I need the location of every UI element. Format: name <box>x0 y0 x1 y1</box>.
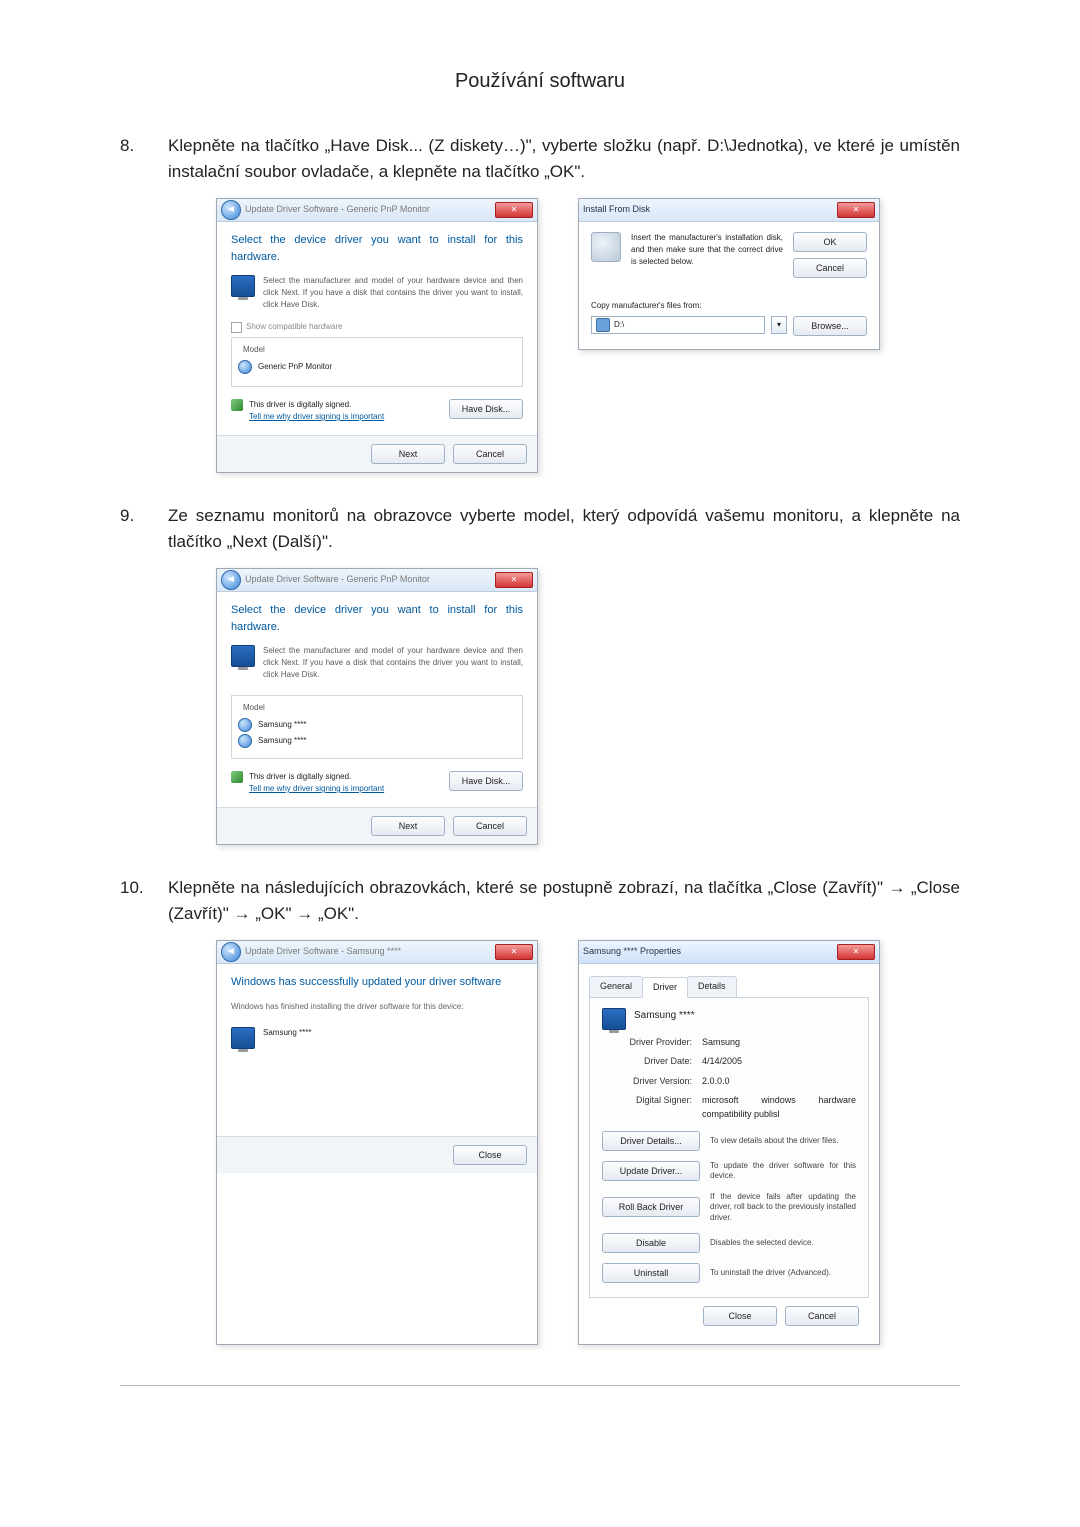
disk-icon <box>591 232 621 262</box>
disable-button[interactable]: Disable <box>602 1233 700 1253</box>
screenshot-driver-properties: Samsung **** Properties ✕ General Driver… <box>578 940 880 1345</box>
back-icon[interactable]: ◄ <box>221 942 241 962</box>
close-icon[interactable]: ✕ <box>837 944 875 960</box>
next-button[interactable]: Next <box>371 444 445 464</box>
screenshot-select-model: ◄ Update Driver Software - Generic PnP M… <box>216 568 538 845</box>
monitor-icon <box>231 275 255 297</box>
tab-details[interactable]: Details <box>687 976 737 997</box>
screenshot-update-driver-havedisk: ◄ Update Driver Software - Generic PnP M… <box>216 198 538 473</box>
shield-icon <box>231 771 243 783</box>
btn-desc: To uninstall the driver (Advanced). <box>710 1268 856 1278</box>
driver-details-button[interactable]: Driver Details... <box>602 1131 700 1151</box>
kv-value: 4/14/2005 <box>702 1055 856 1069</box>
monitor-icon <box>231 645 255 667</box>
update-driver-button[interactable]: Update Driver... <box>602 1161 700 1181</box>
btn-desc: To view details about the driver files. <box>710 1136 856 1146</box>
step-9-text: Ze seznamu monitorů na obrazovce vyberte… <box>168 506 960 551</box>
cancel-button[interactable]: Cancel <box>453 816 527 836</box>
browse-button[interactable]: Browse... <box>793 316 867 336</box>
drive-icon <box>596 318 610 332</box>
dialog-heading: Select the device driver you want to ins… <box>231 602 523 635</box>
close-button[interactable]: Close <box>703 1306 777 1326</box>
cancel-button[interactable]: Cancel <box>453 444 527 464</box>
dialog-hint: Select the manufacturer and model of you… <box>263 275 523 311</box>
ifd-text: Insert the manufacturer's installation d… <box>631 232 783 278</box>
tab-driver[interactable]: Driver <box>642 977 688 998</box>
step-10: Klepněte na následujících obrazovkách, k… <box>120 875 960 1345</box>
success-hint: Windows has finished installing the driv… <box>231 1001 523 1013</box>
dialog-hint: Select the manufacturer and model of you… <box>263 645 523 681</box>
screenshot-update-success: ◄ Update Driver Software - Samsung **** … <box>216 940 538 1345</box>
back-icon[interactable]: ◄ <box>221 200 241 220</box>
have-disk-button[interactable]: Have Disk... <box>449 771 523 791</box>
step-10-text: Klepněte na následujících obrazovkách, k… <box>168 878 960 923</box>
show-compatible-label: Show compatible hardware <box>246 321 343 333</box>
next-button[interactable]: Next <box>371 816 445 836</box>
screenshot-install-from-disk: Install From Disk ✕ Insert the manufactu… <box>578 198 880 350</box>
path-value: D:\ <box>614 319 624 331</box>
btn-desc: If the device fails after updating the d… <box>710 1192 856 1223</box>
signing-info-link[interactable]: Tell me why driver signing is important <box>249 784 384 793</box>
checkbox[interactable] <box>231 322 242 333</box>
page-title: Používání softwaru <box>120 70 960 93</box>
ok-button[interactable]: OK <box>793 232 867 252</box>
step-8: Klepněte na tlačítko „Have Disk... (Z di… <box>120 133 960 473</box>
step-8-text: Klepněte na tlačítko „Have Disk... (Z di… <box>168 136 960 181</box>
monitor-icon <box>231 1027 255 1049</box>
path-input[interactable]: D:\ <box>591 316 765 334</box>
have-disk-button[interactable]: Have Disk... <box>449 399 523 419</box>
kv-key: Driver Version: <box>602 1075 702 1089</box>
step-9: Ze seznamu monitorů na obrazovce vyberte… <box>120 503 960 845</box>
signed-text: This driver is digitally signed. <box>249 399 384 411</box>
close-button[interactable]: Close <box>453 1145 527 1165</box>
uninstall-button[interactable]: Uninstall <box>602 1263 700 1283</box>
window-title: Update Driver Software - Generic PnP Mon… <box>245 573 430 587</box>
dialog-heading: Windows has successfully updated your dr… <box>231 974 523 991</box>
cancel-button[interactable]: Cancel <box>793 258 867 278</box>
model-group-label: Model <box>240 702 268 714</box>
kv-key: Driver Provider: <box>602 1036 702 1050</box>
kv-value: 2.0.0.0 <box>702 1075 856 1089</box>
model-group-label: Model <box>240 344 268 356</box>
close-icon[interactable]: ✕ <box>495 202 533 218</box>
page-rule <box>120 1385 960 1386</box>
dropdown-icon[interactable]: ▾ <box>771 316 787 334</box>
btn-desc: Disables the selected device. <box>710 1238 856 1248</box>
model-name: Samsung **** <box>258 719 306 731</box>
list-item[interactable]: Generic PnP Monitor <box>238 360 516 374</box>
window-title: Update Driver Software - Generic PnP Mon… <box>245 203 430 217</box>
kv-value: microsoft windows hardware compatibility… <box>702 1094 856 1121</box>
kv-value: Samsung <box>702 1036 856 1050</box>
signing-info-link[interactable]: Tell me why driver signing is important <box>249 412 384 421</box>
back-icon[interactable]: ◄ <box>221 570 241 590</box>
list-item[interactable]: Samsung **** <box>238 718 516 732</box>
device-name: Samsung **** <box>263 1027 311 1039</box>
btn-desc: To update the driver software for this d… <box>710 1161 856 1182</box>
close-icon[interactable]: ✕ <box>837 202 875 218</box>
kv-key: Driver Date: <box>602 1055 702 1069</box>
dialog-heading: Select the device driver you want to ins… <box>231 232 523 265</box>
close-icon[interactable]: ✕ <box>495 944 533 960</box>
window-title: Update Driver Software - Samsung **** <box>245 945 401 959</box>
window-title: Samsung **** Properties <box>583 945 681 959</box>
close-icon[interactable]: ✕ <box>495 572 533 588</box>
cert-icon <box>238 734 252 748</box>
copy-from-label: Copy manufacturer's files from: <box>591 300 867 312</box>
cert-icon <box>238 718 252 732</box>
shield-icon <box>231 399 243 411</box>
list-item[interactable]: Samsung **** <box>238 734 516 748</box>
window-title: Install From Disk <box>583 203 650 217</box>
device-name: Samsung **** <box>634 1008 695 1023</box>
kv-key: Digital Signer: <box>602 1094 702 1121</box>
model-name: Generic PnP Monitor <box>258 361 332 373</box>
cancel-button[interactable]: Cancel <box>785 1306 859 1326</box>
signed-text: This driver is digitally signed. <box>249 771 384 783</box>
cert-icon <box>238 360 252 374</box>
model-name: Samsung **** <box>258 735 306 747</box>
rollback-driver-button[interactable]: Roll Back Driver <box>602 1197 700 1217</box>
monitor-icon <box>602 1008 626 1030</box>
tab-general[interactable]: General <box>589 976 643 997</box>
